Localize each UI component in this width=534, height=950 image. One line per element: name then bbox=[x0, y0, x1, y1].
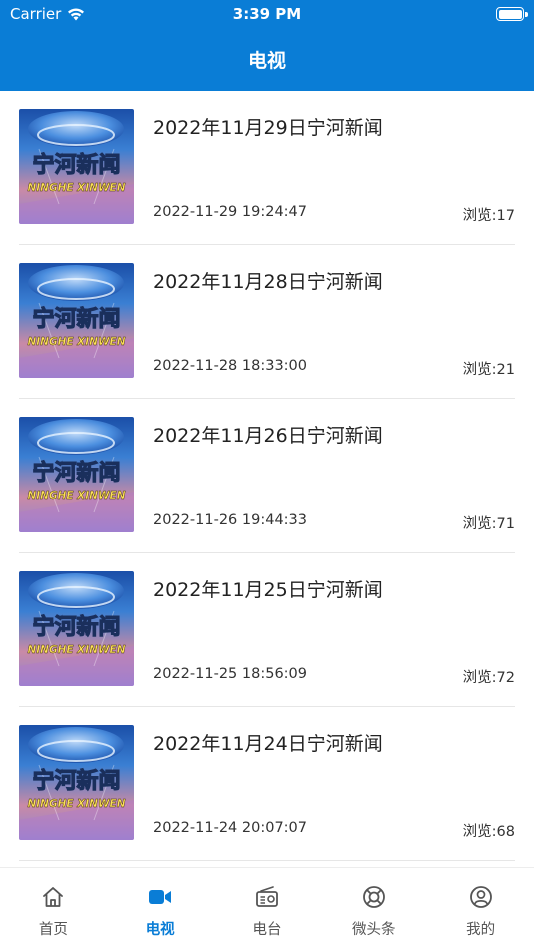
tab-label: 我的 bbox=[466, 922, 496, 938]
svg-text:NINGHE XINWEN: NINGHE XINWEN bbox=[27, 182, 125, 194]
item-title: 2022年11月24日宁河新闻 bbox=[153, 733, 383, 755]
svg-text:宁河新闻: 宁河新闻 bbox=[32, 768, 120, 794]
item-date: 2022-11-28 18:33:00 bbox=[153, 358, 307, 374]
thumbnail-image: 宁河新闻 NINGHE XINWEN bbox=[19, 263, 134, 378]
svg-text:NINGHE XINWEN: NINGHE XINWEN bbox=[27, 336, 125, 348]
news-logo-image: 宁河新闻 NINGHE XINWEN bbox=[19, 417, 134, 532]
header: Carrier 3:39 PM 电视 bbox=[0, 0, 534, 91]
radio-icon bbox=[256, 886, 278, 907]
user-icon bbox=[469, 886, 492, 908]
tab-bar: 首页 电视 电台 微头条 我的 bbox=[0, 867, 534, 950]
list-item[interactable]: 宁河新闻 NINGHE XINWEN 2022年11月28日宁河新闻 2022-… bbox=[19, 245, 515, 399]
thumbnail-image: 宁河新闻 NINGHE XINWEN bbox=[19, 109, 134, 224]
list-item[interactable]: 宁河新闻 NINGHE XINWEN 2022年11月24日宁河新闻 2022-… bbox=[19, 707, 515, 861]
item-views: 浏览:71 bbox=[462, 516, 515, 532]
svg-text:宁河新闻: 宁河新闻 bbox=[32, 614, 120, 640]
status-bar: Carrier 3:39 PM bbox=[0, 0, 534, 28]
svg-text:NINGHE XINWEN: NINGHE XINWEN bbox=[27, 490, 125, 502]
home-icon bbox=[43, 887, 64, 907]
item-date: 2022-11-29 19:24:47 bbox=[153, 204, 307, 220]
svg-text:NINGHE XINWEN: NINGHE XINWEN bbox=[27, 644, 125, 656]
tab-tv[interactable]: 电视 bbox=[107, 868, 214, 950]
page-title: 电视 bbox=[247, 50, 286, 72]
item-views: 浏览:72 bbox=[462, 670, 515, 686]
item-title: 2022年11月26日宁河新闻 bbox=[153, 425, 383, 447]
list-item[interactable]: 宁河新闻 NINGHE XINWEN 2022年11月29日宁河新闻 2022-… bbox=[19, 91, 515, 245]
thumbnail-image: 宁河新闻 NINGHE XINWEN bbox=[19, 417, 134, 532]
news-logo-image: 宁河新闻 NINGHE XINWEN bbox=[19, 109, 134, 224]
item-title: 2022年11月28日宁河新闻 bbox=[153, 271, 383, 293]
tab-home[interactable]: 首页 bbox=[0, 868, 107, 950]
item-title: 2022年11月25日宁河新闻 bbox=[153, 579, 383, 601]
video-camera-icon bbox=[149, 890, 172, 904]
svg-text:NINGHE XINWEN: NINGHE XINWEN bbox=[27, 798, 125, 810]
item-views: 浏览:17 bbox=[462, 208, 515, 224]
video-list[interactable]: 宁河新闻 NINGHE XINWEN 2022年11月29日宁河新闻 2022-… bbox=[0, 91, 534, 867]
status-time: 3:39 PM bbox=[232, 5, 302, 23]
tab-label: 微头条 bbox=[352, 922, 396, 938]
list-item[interactable]: 宁河新闻 NINGHE XINWEN 2022年11月26日宁河新闻 2022-… bbox=[19, 399, 515, 553]
item-date: 2022-11-25 18:56:09 bbox=[153, 666, 307, 682]
list-item[interactable]: 宁河新闻 NINGHE XINWEN 2022年11月25日宁河新闻 2022-… bbox=[19, 553, 515, 707]
battery-icon bbox=[496, 7, 528, 21]
news-logo-image: 宁河新闻 NINGHE XINWEN bbox=[19, 725, 134, 840]
lifebuoy-icon bbox=[362, 886, 385, 908]
tab-label: 电视 bbox=[145, 922, 175, 938]
thumbnail-image: 宁河新闻 NINGHE XINWEN bbox=[19, 725, 134, 840]
tab-me[interactable]: 我的 bbox=[427, 868, 534, 950]
item-views: 浏览:68 bbox=[462, 824, 515, 840]
item-title: 2022年11月29日宁河新闻 bbox=[153, 117, 383, 139]
svg-text:宁河新闻: 宁河新闻 bbox=[32, 460, 120, 486]
item-date: 2022-11-24 20:07:07 bbox=[153, 820, 307, 836]
tab-label: 首页 bbox=[38, 922, 68, 938]
thumbnail-image: 宁河新闻 NINGHE XINWEN bbox=[19, 571, 134, 686]
news-logo-image: 宁河新闻 NINGHE XINWEN bbox=[19, 571, 134, 686]
svg-text:宁河新闻: 宁河新闻 bbox=[32, 152, 120, 178]
tab-headlines[interactable]: 微头条 bbox=[320, 868, 427, 950]
tab-radio[interactable]: 电台 bbox=[214, 868, 321, 950]
news-logo-image: 宁河新闻 NINGHE XINWEN bbox=[19, 263, 134, 378]
tab-label: 电台 bbox=[252, 922, 282, 938]
svg-text:宁河新闻: 宁河新闻 bbox=[32, 306, 120, 332]
item-views: 浏览:21 bbox=[462, 362, 515, 378]
item-date: 2022-11-26 19:44:33 bbox=[153, 512, 307, 528]
